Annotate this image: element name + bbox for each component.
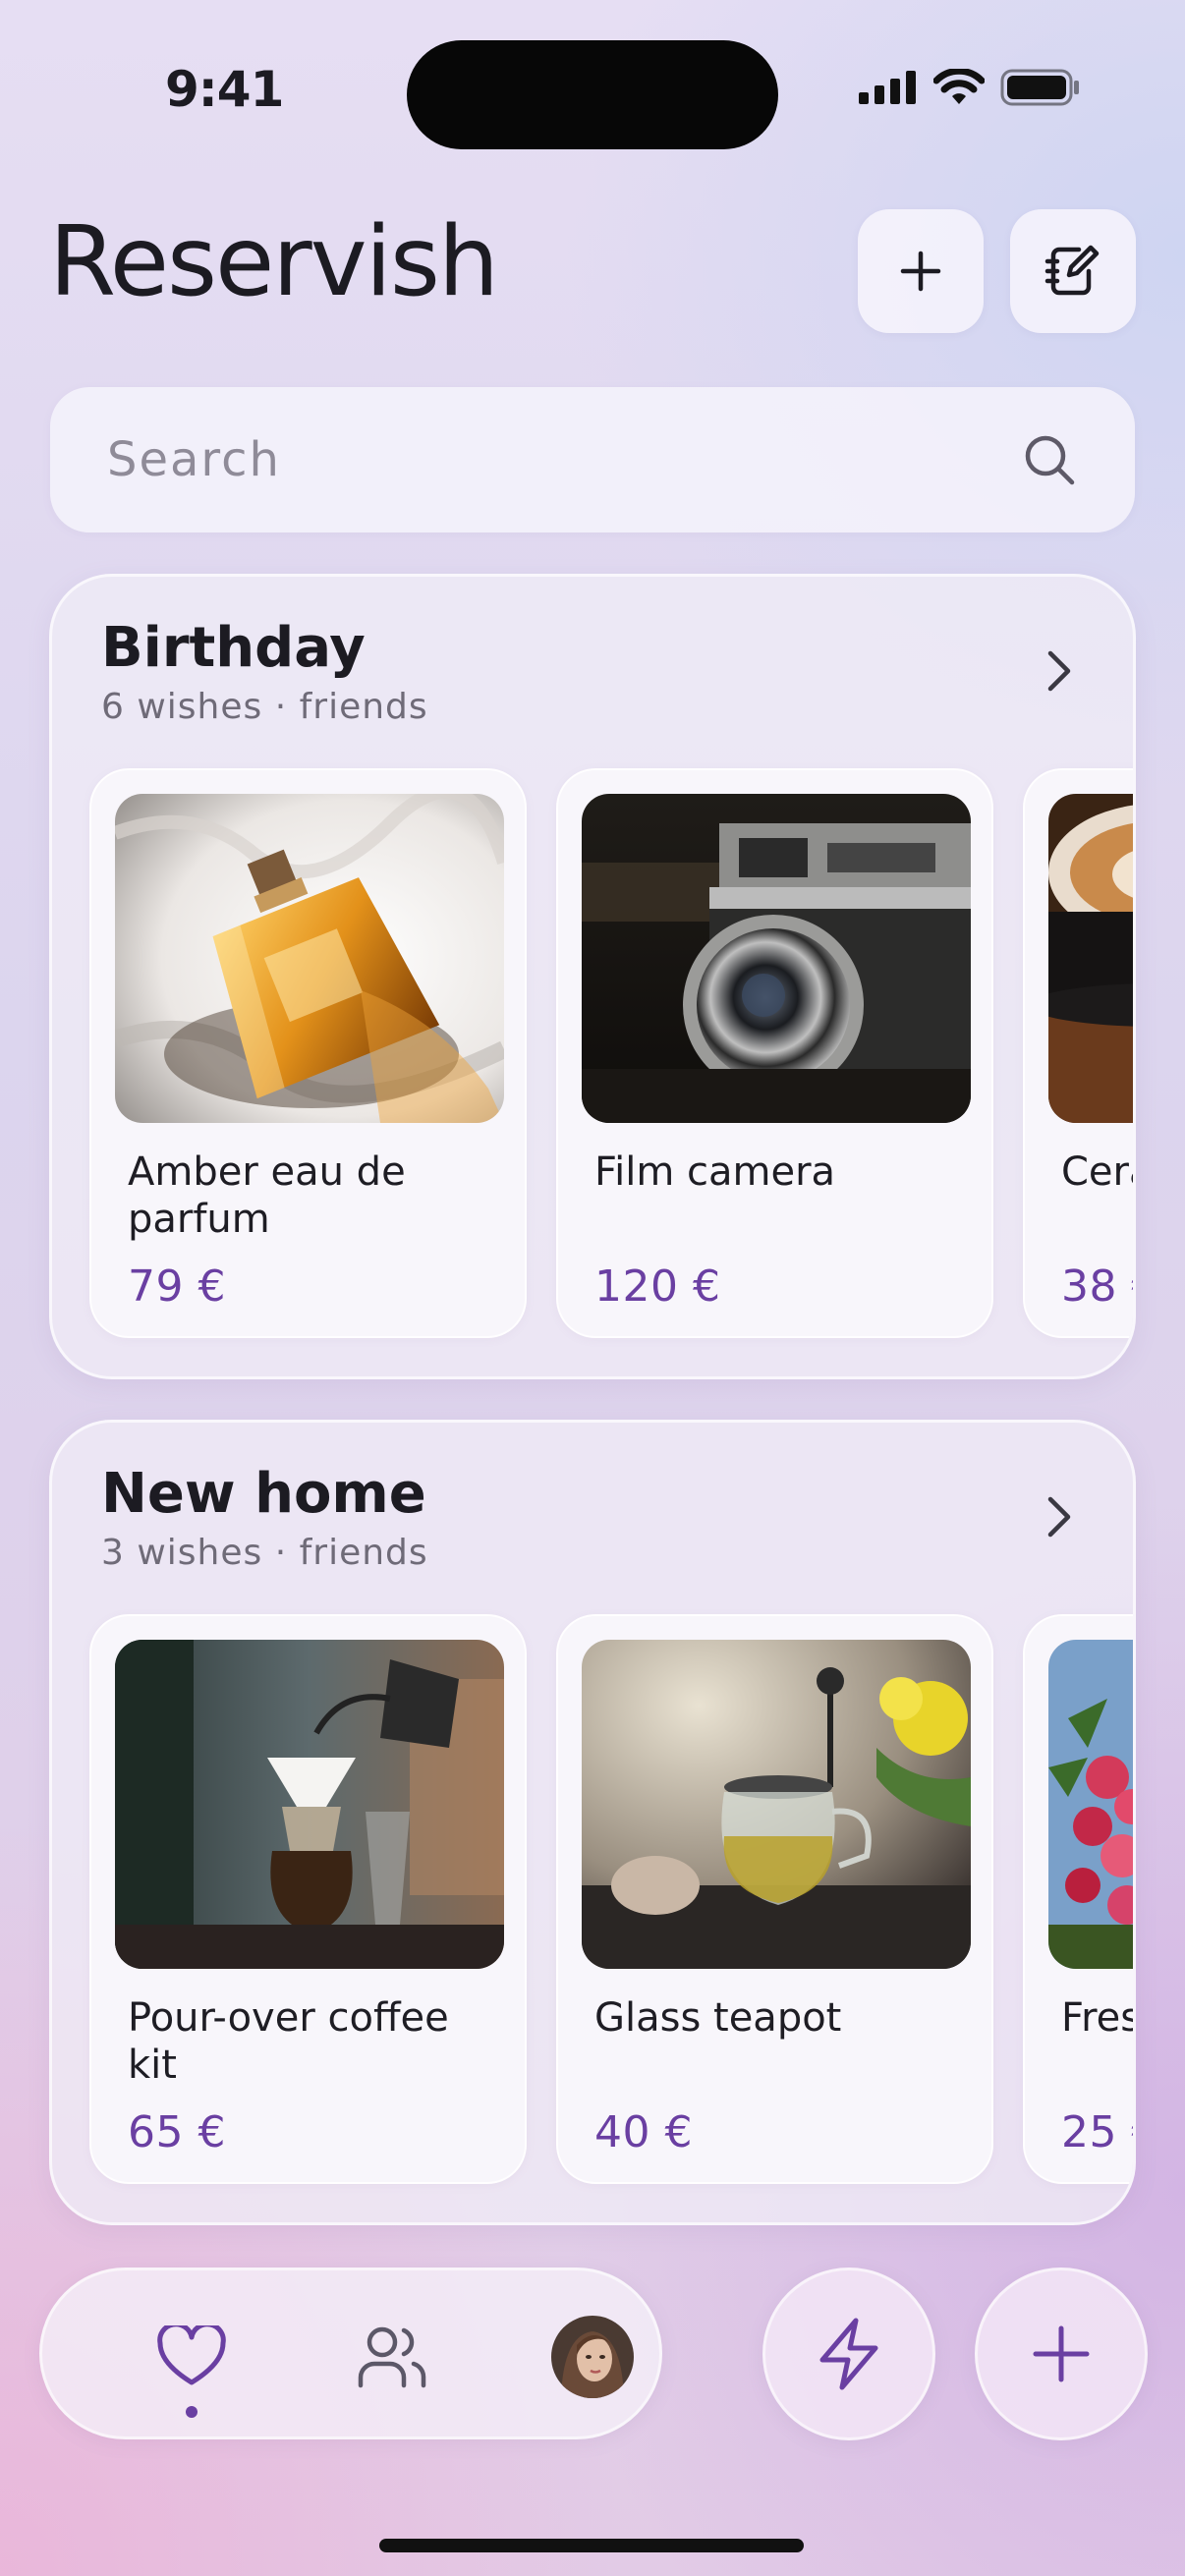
item-name: Glass teapot [594,1995,842,2041]
wishlist-card-birthday[interactable]: Birthday 6 wishes · friends Amber eau de… [49,574,1136,1379]
lightning-icon [819,2318,878,2390]
wish-item-card[interactable]: Film camera 120 € [556,768,993,1338]
search-bar[interactable]: Search [50,387,1135,532]
add-wish-button[interactable] [975,2268,1148,2440]
item-price: 65 € [128,2107,226,2157]
list-title: Birthday [101,616,366,680]
film-camera-image [582,794,971,1123]
profile-avatar [551,2315,634,2398]
plus-icon [900,251,941,292]
list-title: New home [101,1462,426,1526]
item-price: 25 € [1061,2107,1133,2157]
wishlist-card-new-home[interactable]: New home 3 wishes · friends Pour-over co… [49,1420,1136,2225]
status-time: 9:41 [165,61,284,118]
item-price: 79 € [128,1261,226,1312]
tab-friends[interactable] [313,2270,471,2442]
app-title: Reservish [49,206,499,318]
edit-button[interactable] [1010,209,1136,333]
search-input[interactable]: Search [107,432,281,487]
quick-action-button[interactable] [762,2268,935,2440]
wifi-icon [933,69,985,104]
item-name: Pour-over coffee kit [128,1995,449,2088]
list-subtitle: 6 wishes · friends [101,687,428,727]
status-icons [859,69,1081,106]
perfume-image [115,794,504,1123]
users-icon [358,2326,426,2387]
wish-item-card[interactable]: Amber eau de parfum 79 € [89,768,527,1338]
item-name: Amber eau de parfum [128,1149,406,1242]
battery-icon [1000,69,1079,106]
active-tab-indicator [186,2406,198,2418]
notebook-pen-icon [1044,245,1100,296]
add-list-button[interactable] [858,209,984,333]
item-name: Fres [1061,1995,1136,2041]
chevron-right-icon[interactable] [1041,647,1076,695]
chevron-right-icon[interactable] [1041,1493,1076,1540]
wish-items-row: Amber eau de parfum 79 € Film camera 120… [89,768,1133,1338]
wish-item-card[interactable]: Pour-over coffee kit 65 € [89,1614,527,2184]
item-name: Cera [1061,1149,1133,1195]
item-price: 120 € [594,1261,721,1312]
wish-item-card[interactable]: Fres 25 € [1023,1614,1136,2184]
home-indicator [379,2539,804,2552]
cellular-signal-icon [859,71,916,104]
tab-profile[interactable] [514,2270,671,2442]
wish-items-row: Pour-over coffee kit 65 € Glass teapot 4… [89,1614,1136,2184]
tab-bar [39,2268,662,2439]
glass-teapot-image [582,1640,971,1969]
fresh-flowers-image [1048,1640,1133,1969]
coffee-cup-image [1048,794,1133,1123]
item-name: Film camera [594,1149,836,1195]
item-price: 38 € [1061,1261,1133,1312]
list-subtitle: 3 wishes · friends [101,1533,428,1573]
pour-over-coffee-image [115,1640,504,1969]
plus-icon [1033,2325,1090,2382]
search-icon [1025,435,1075,485]
dynamic-island [407,40,778,149]
item-price: 40 € [594,2107,693,2157]
wish-item-card[interactable]: Glass teapot 40 € [556,1614,993,2184]
heart-icon [157,2324,226,2384]
wish-item-card[interactable]: Cera 38 € [1023,768,1133,1338]
